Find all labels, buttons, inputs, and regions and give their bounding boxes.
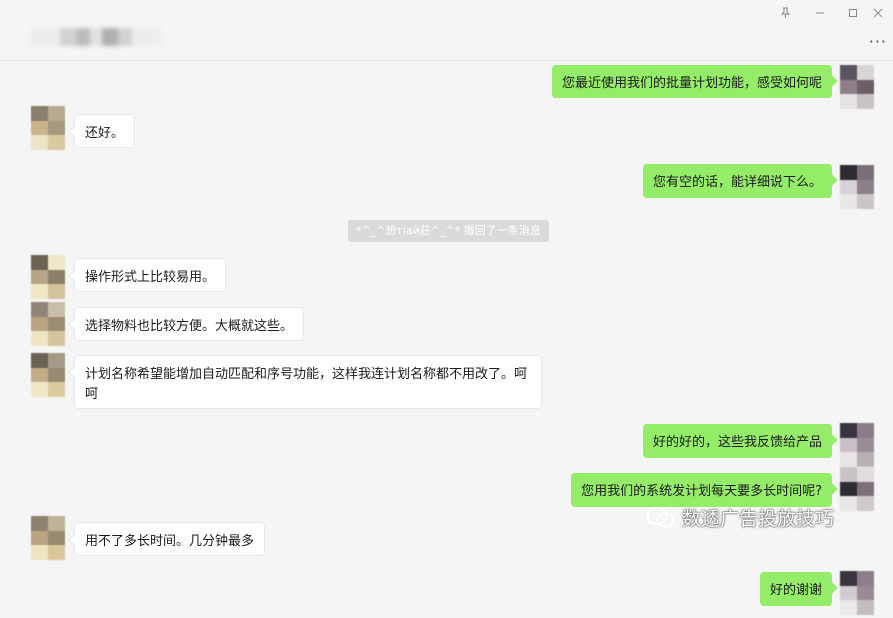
avatar[interactable] (31, 516, 65, 560)
contact-name-redacted (30, 25, 180, 49)
maximize-icon[interactable] (841, 4, 865, 22)
message-bubble-outgoing[interactable]: 好的谢谢 (759, 572, 832, 606)
avatar[interactable] (31, 255, 65, 299)
message-bubble-incoming[interactable]: 用不了多长时间。几分钟最多 (74, 522, 266, 556)
message-bubble-incoming[interactable]: 选择物料也比较方便。大概就这些。 (74, 307, 305, 341)
message-bubble-outgoing[interactable]: 好的好的，这些我反馈给产品 (642, 424, 832, 458)
message-bubble-incoming[interactable]: 操作形式上比较易用。 (74, 258, 227, 292)
recalled-message-notice: *^_^想тiaй莊^_^* 撤回了一条消息 (348, 220, 549, 242)
message-bubble-outgoing[interactable]: 您最近使用我们的批量计划功能，感受如何呢 (551, 65, 832, 98)
minimize-icon[interactable] (808, 4, 832, 22)
message-list[interactable]: 您最近使用我们的批量计划功能，感受如何呢 还好。 您有空的话，能详细说下么。 *… (0, 61, 893, 618)
more-options-icon[interactable]: ··· (869, 32, 887, 51)
pin-icon[interactable] (773, 4, 797, 22)
avatar[interactable] (840, 467, 874, 511)
avatar[interactable] (31, 302, 65, 346)
close-icon[interactable] (866, 4, 890, 22)
avatar[interactable] (31, 353, 65, 397)
message-bubble-outgoing[interactable]: 您用我们的系统发计划每天要多长时间呢? (571, 473, 832, 507)
chat-header: ··· (0, 0, 893, 61)
watermark-text: 数透广告投放技巧 (682, 508, 835, 530)
avatar[interactable] (840, 165, 874, 209)
avatar[interactable] (31, 106, 65, 150)
avatar[interactable] (840, 65, 874, 109)
avatar[interactable] (840, 571, 874, 615)
watermark: 数透广告投放技巧 (646, 504, 834, 531)
message-bubble-outgoing[interactable]: 您有空的话，能详细说下么。 (642, 164, 832, 198)
avatar[interactable] (840, 423, 874, 467)
message-bubble-incoming[interactable]: 计划名称希望能增加自动匹配和序号功能，这样我连计划名称都不用改了。呵呵 (74, 355, 542, 409)
message-bubble-incoming[interactable]: 还好。 (74, 114, 136, 148)
wechat-icon (646, 506, 674, 527)
